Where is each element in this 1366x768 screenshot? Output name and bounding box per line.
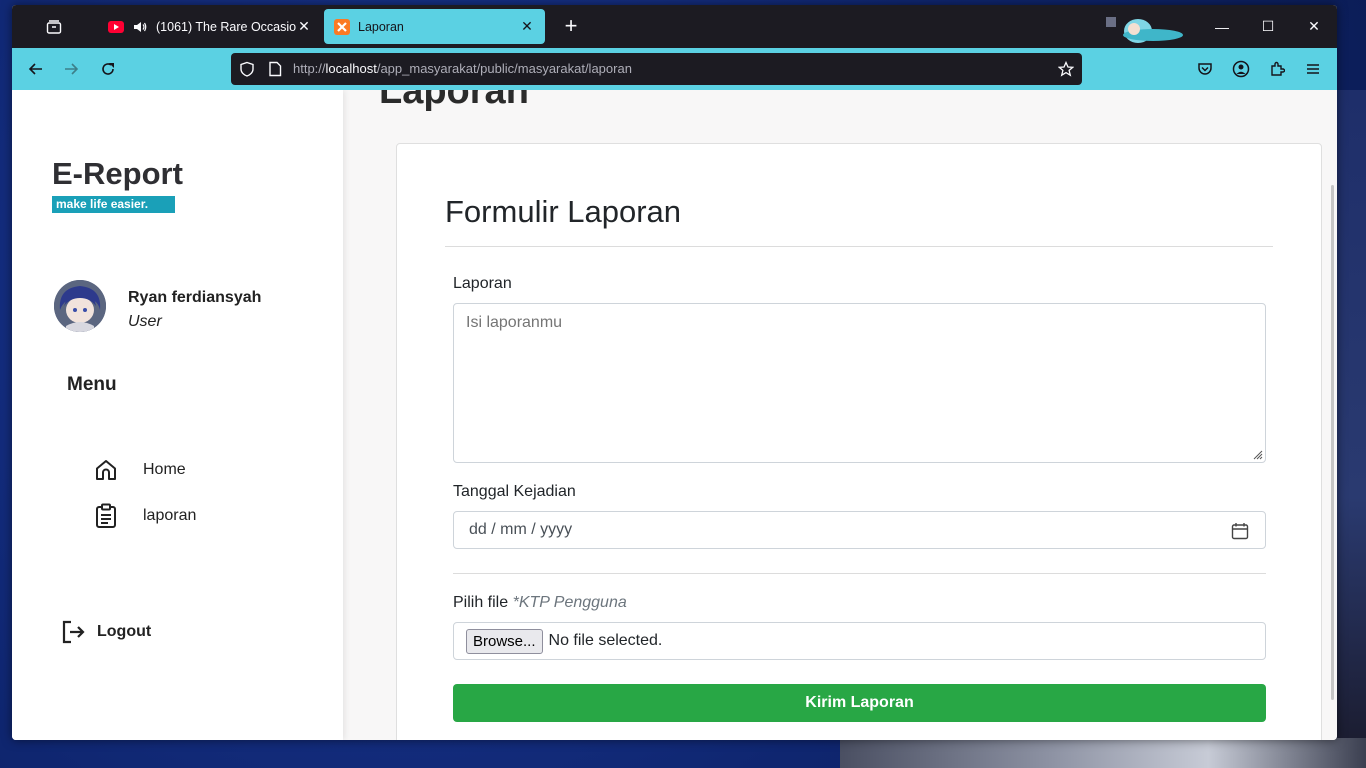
theme-art bbox=[1098, 9, 1194, 47]
arrow-left-icon bbox=[28, 63, 42, 75]
form-title: Formulir Laporan bbox=[445, 194, 682, 229]
forward-button[interactable] bbox=[56, 55, 86, 83]
url-prefix: http:// bbox=[293, 61, 326, 76]
user-name: Ryan ferdiansyah bbox=[128, 289, 262, 306]
reload-button[interactable] bbox=[93, 55, 123, 83]
avatar bbox=[54, 280, 106, 332]
calendar-icon[interactable] bbox=[1231, 522, 1249, 540]
sidebar: E-Report make life easier. Ryan ferdians… bbox=[12, 90, 343, 740]
tab-close-icon[interactable]: ✕ bbox=[519, 18, 535, 35]
file-label: Pilih file *KTP Pengguna bbox=[453, 594, 627, 612]
brand-tagline: make life easier. bbox=[52, 196, 175, 213]
minimize-button[interactable]: — bbox=[1199, 5, 1245, 48]
sidebar-item-label: Home bbox=[143, 461, 186, 478]
sidebar-item-label: laporan bbox=[143, 507, 197, 524]
pocket-icon bbox=[1198, 63, 1212, 75]
url-text[interactable]: http://localhost/app_masyarakat/public/m… bbox=[293, 61, 632, 76]
navigation-bar: http://localhost/app_masyarakat/public/m… bbox=[12, 48, 1337, 90]
date-placeholder: dd / mm / yyyy bbox=[469, 521, 573, 538]
tab-overflow-button[interactable] bbox=[12, 5, 96, 48]
tab-bar: (1061) The Rare Occasions | ✕ Laporan ✕ … bbox=[12, 5, 1337, 48]
tab-youtube[interactable]: (1061) The Rare Occasions | ✕ bbox=[98, 9, 322, 44]
report-form-card: Formulir Laporan Laporan Tanggal Kejadia… bbox=[396, 143, 1322, 740]
menu-heading: Menu bbox=[67, 374, 117, 395]
sidebar-item-home[interactable]: Home bbox=[92, 456, 186, 484]
file-input[interactable]: Browse... No file selected. bbox=[453, 622, 1266, 660]
star-icon[interactable] bbox=[1058, 61, 1074, 77]
clipboard-icon bbox=[92, 502, 120, 530]
app-menu-button[interactable] bbox=[1298, 55, 1328, 83]
tab-close-icon[interactable]: ✕ bbox=[296, 18, 312, 35]
url-host: localhost bbox=[325, 61, 377, 76]
file-status: No file selected. bbox=[548, 632, 663, 649]
youtube-icon bbox=[108, 19, 124, 35]
tab-laporan[interactable]: Laporan ✕ bbox=[324, 9, 545, 44]
hamburger-icon bbox=[1307, 64, 1319, 74]
url-bar[interactable]: http://localhost/app_masyarakat/public/m… bbox=[231, 53, 1082, 85]
page-content: E-Report make life easier. Ryan ferdians… bbox=[12, 90, 1337, 740]
desktop-wallpaper-art bbox=[840, 738, 1366, 768]
brand-title[interactable]: E-Report bbox=[52, 156, 183, 192]
arrow-right-icon bbox=[65, 63, 79, 75]
shield-icon[interactable] bbox=[239, 61, 255, 77]
file-hint: *KTP Pengguna bbox=[512, 594, 627, 611]
submit-report-button[interactable]: Kirim Laporan bbox=[453, 684, 1266, 722]
puzzle-icon bbox=[1271, 61, 1285, 76]
report-label: Laporan bbox=[453, 275, 512, 292]
date-input[interactable]: dd / mm / yyyy bbox=[453, 511, 1266, 549]
back-button[interactable] bbox=[21, 55, 51, 83]
user-role: User bbox=[128, 313, 162, 330]
desktop-wallpaper bbox=[1337, 90, 1366, 768]
new-tab-button[interactable]: + bbox=[557, 13, 585, 41]
extensions-button[interactable] bbox=[1262, 55, 1292, 83]
scrollbar[interactable] bbox=[1331, 185, 1334, 700]
file-label-text: Pilih file bbox=[453, 594, 509, 611]
logout-button[interactable]: Logout bbox=[60, 617, 151, 647]
date-label: Tanggal Kejadian bbox=[453, 483, 576, 500]
divider bbox=[453, 573, 1266, 574]
pocket-button[interactable] bbox=[1190, 55, 1220, 83]
page-icon[interactable] bbox=[267, 61, 283, 77]
page-title: Laporan bbox=[379, 90, 529, 112]
browse-button[interactable]: Browse... bbox=[466, 628, 543, 654]
close-window-button[interactable]: ✕ bbox=[1291, 5, 1337, 48]
browser-window: (1061) The Rare Occasions | ✕ Laporan ✕ … bbox=[12, 5, 1337, 740]
tab-title: Laporan bbox=[358, 19, 404, 34]
tab-list-icon bbox=[46, 19, 62, 34]
tab-title: (1061) The Rare Occasions | bbox=[156, 19, 296, 34]
xampp-icon bbox=[334, 18, 350, 35]
logout-label: Logout bbox=[97, 623, 152, 640]
maximize-button[interactable]: ☐ bbox=[1245, 5, 1291, 48]
account-icon bbox=[1232, 60, 1250, 78]
reload-icon bbox=[102, 63, 114, 75]
url-path: /app_masyarakat/public/masyarakat/lapora… bbox=[376, 61, 632, 76]
account-button[interactable] bbox=[1226, 55, 1256, 83]
resize-grip-icon[interactable] bbox=[1251, 448, 1263, 460]
divider bbox=[445, 246, 1273, 247]
home-icon bbox=[92, 456, 120, 484]
sidebar-item-laporan[interactable]: laporan bbox=[92, 502, 196, 530]
logout-icon bbox=[60, 619, 86, 645]
report-textarea[interactable] bbox=[453, 303, 1266, 463]
speaker-icon[interactable] bbox=[132, 19, 148, 35]
